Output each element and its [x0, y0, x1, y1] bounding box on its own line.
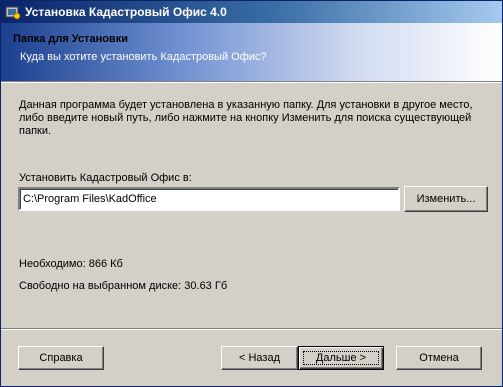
page-title: Папка для Установки [13, 33, 128, 45]
help-button-label: Справка [39, 352, 83, 364]
help-button[interactable]: Справка [18, 346, 104, 370]
install-path-label: Установить Кадастровый Офис в: [19, 172, 192, 184]
required-space-text: Необходимо: 866 Кб [19, 258, 123, 270]
footer-divider-highlight [1, 329, 502, 330]
change-folder-button[interactable]: Изменить... [404, 186, 488, 212]
back-button[interactable]: < Назад [221, 346, 298, 370]
installer-window: Установка Кадастровый Офис 4.0 Папка для… [0, 0, 503, 387]
free-space-text: Свободно на выбранном диске: 30.63 Гб [19, 280, 228, 292]
description-text: Данная программа будет установлена в ука… [19, 99, 473, 137]
title-bar[interactable]: Установка Кадастровый Офис 4.0 [1, 1, 502, 23]
page-subtitle: Куда вы хотите установить Кадастровый Оф… [20, 51, 267, 63]
install-path-input[interactable] [18, 187, 400, 211]
next-button-label: Дальше > [315, 352, 367, 364]
window-title: Установка Кадастровый Офис 4.0 [25, 5, 227, 19]
installer-icon [5, 6, 21, 20]
change-folder-button-label: Изменить... [416, 193, 476, 205]
cancel-button[interactable]: Отмена [396, 346, 482, 370]
cancel-button-label: Отмена [419, 352, 459, 364]
next-button[interactable]: Дальше > [298, 346, 384, 370]
header-banner: Папка для Установки Куда вы хотите устан… [1, 23, 502, 81]
back-button-label: < Назад [239, 352, 280, 364]
header-divider-highlight [1, 82, 502, 83]
